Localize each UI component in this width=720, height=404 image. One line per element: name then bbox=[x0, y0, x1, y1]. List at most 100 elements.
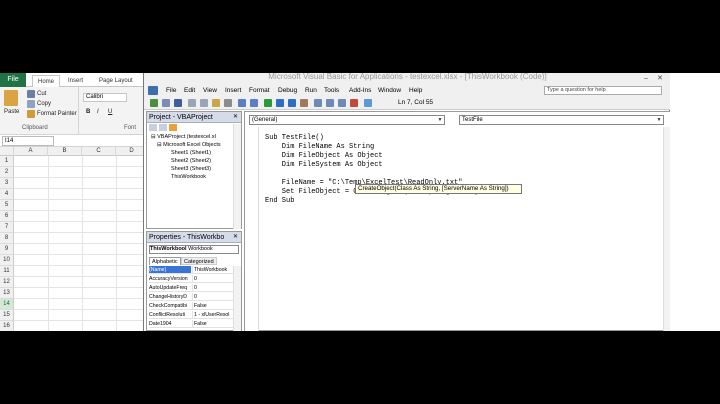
procedure-combo[interactable]: TestFile ▼ bbox=[459, 115, 664, 125]
copy-icon[interactable] bbox=[200, 99, 208, 107]
copy-icon[interactable] bbox=[27, 100, 35, 108]
cut-icon[interactable] bbox=[188, 99, 196, 107]
row-header[interactable]: 6 bbox=[0, 211, 14, 222]
tree-item-sheet3[interactable]: Sheet3 (Sheet3) bbox=[171, 166, 211, 173]
close-icon[interactable]: ✕ bbox=[657, 75, 665, 83]
bold-button[interactable]: B bbox=[86, 109, 90, 115]
run-icon[interactable] bbox=[264, 99, 272, 107]
row-header[interactable]: 3 bbox=[0, 178, 14, 189]
property-value[interactable]: 0 bbox=[192, 293, 233, 300]
help-icon[interactable] bbox=[364, 99, 372, 107]
property-row[interactable]: Date1904 False bbox=[149, 320, 233, 328]
row-header[interactable]: 14 bbox=[0, 299, 14, 310]
column-header[interactable]: A bbox=[14, 147, 48, 156]
property-row[interactable]: AutoUpdateFreq 0 bbox=[149, 284, 233, 292]
name-box[interactable]: I14 bbox=[2, 136, 54, 146]
font-name-select[interactable]: Calibri bbox=[83, 93, 127, 102]
menu-tools[interactable]: Tools bbox=[324, 85, 339, 96]
property-value[interactable]: False bbox=[192, 302, 233, 309]
code-line[interactable]: Dim FileName As String bbox=[265, 143, 374, 152]
project-scrollbar[interactable] bbox=[233, 124, 241, 229]
view-excel-icon[interactable] bbox=[150, 99, 158, 107]
menu-add-ins[interactable]: Add-Ins bbox=[349, 85, 371, 96]
paste-button[interactable]: Paste bbox=[4, 109, 19, 115]
project-explorer-icon[interactable] bbox=[314, 99, 322, 107]
menu-help[interactable]: Help bbox=[409, 85, 422, 96]
tree-root[interactable]: ⊟ VBAProject (testexcel.xl bbox=[151, 134, 216, 141]
break-icon[interactable] bbox=[276, 99, 284, 107]
code-line[interactable]: Sub TestFile() bbox=[265, 134, 324, 143]
menu-debug[interactable]: Debug bbox=[278, 85, 297, 96]
row-header[interactable]: 10 bbox=[0, 255, 14, 266]
tab-home[interactable]: Home bbox=[32, 75, 60, 87]
property-row[interactable]: AccuracyVersion 0 bbox=[149, 275, 233, 283]
tree-item-sheet2[interactable]: Sheet2 (Sheet2) bbox=[171, 158, 211, 165]
row-header[interactable]: 15 bbox=[0, 310, 14, 321]
object-combo[interactable]: (General) ▼ bbox=[249, 115, 445, 125]
find-icon[interactable] bbox=[224, 99, 232, 107]
ask-question-input[interactable]: Type a question for help bbox=[544, 86, 662, 95]
design-mode-icon[interactable] bbox=[300, 99, 308, 107]
italic-button[interactable]: I bbox=[97, 109, 99, 115]
row-header[interactable]: 16 bbox=[0, 321, 14, 331]
format-painter-icon[interactable] bbox=[27, 110, 35, 118]
select-all-corner[interactable] bbox=[0, 147, 14, 156]
format-painter-button[interactable]: Format Painter bbox=[37, 111, 77, 117]
worksheet-grid[interactable]: A B C D 1 2 3 4 5 6 7 8 9 10 11 12 13 14 15 16 bbox=[0, 147, 148, 331]
tab-page-layout[interactable]: Page Layout bbox=[99, 75, 133, 87]
row-header[interactable]: 8 bbox=[0, 233, 14, 244]
column-header[interactable]: B bbox=[48, 147, 82, 156]
toggle-folders-icon[interactable] bbox=[169, 124, 177, 131]
property-value[interactable]: 0 bbox=[192, 275, 233, 282]
property-value[interactable]: 0 bbox=[192, 284, 233, 291]
code-line[interactable]: End Sub bbox=[265, 197, 294, 206]
row-header[interactable]: 1 bbox=[0, 156, 14, 167]
menu-format[interactable]: Format bbox=[249, 85, 270, 96]
properties-scrollbar[interactable] bbox=[233, 266, 241, 331]
margin-indicator-bar[interactable] bbox=[245, 127, 259, 331]
row-header[interactable]: 7 bbox=[0, 222, 14, 233]
tree-item-sheet1[interactable]: Sheet1 (Sheet1) bbox=[171, 150, 211, 157]
code-line[interactable]: Dim FileSystem As Object bbox=[265, 161, 383, 170]
tree-folder[interactable]: ⊟ Microsoft Excel Objects bbox=[157, 142, 221, 149]
row-header[interactable]: 9 bbox=[0, 244, 14, 255]
property-row[interactable]: CheckCompatibi False bbox=[149, 302, 233, 310]
properties-window-icon[interactable] bbox=[326, 99, 334, 107]
menu-edit[interactable]: Edit bbox=[184, 85, 195, 96]
column-header[interactable]: C bbox=[82, 147, 116, 156]
insert-module-icon[interactable] bbox=[162, 99, 170, 107]
tab-alphabetic[interactable]: Alphabetic bbox=[149, 257, 181, 265]
row-header[interactable]: 13 bbox=[0, 288, 14, 299]
tab-file[interactable]: File bbox=[0, 73, 26, 87]
save-icon[interactable] bbox=[174, 99, 182, 107]
close-icon[interactable]: ✕ bbox=[233, 234, 238, 241]
underline-button[interactable]: U bbox=[108, 109, 112, 115]
undo-icon[interactable] bbox=[238, 99, 246, 107]
property-row[interactable]: (Name) ThisWorkbook bbox=[149, 266, 233, 274]
paste-icon[interactable] bbox=[4, 90, 18, 106]
menu-run[interactable]: Run bbox=[305, 85, 317, 96]
menu-view[interactable]: View bbox=[203, 85, 217, 96]
toolbox-icon[interactable] bbox=[350, 99, 358, 107]
reset-icon[interactable] bbox=[288, 99, 296, 107]
minimize-icon[interactable]: – bbox=[644, 75, 652, 83]
code-line[interactable]: Dim FileObject As Object bbox=[265, 152, 383, 161]
menu-window[interactable]: Window bbox=[378, 85, 401, 96]
property-value[interactable]: ThisWorkbook bbox=[192, 266, 233, 273]
tab-categorized[interactable]: Categorized bbox=[181, 257, 217, 265]
property-row[interactable]: ConflictResoluti 1 - xlUserResol bbox=[149, 311, 233, 319]
property-value[interactable]: 1 - xlUserResol bbox=[192, 311, 233, 318]
row-header[interactable]: 11 bbox=[0, 266, 14, 277]
row-header[interactable]: 5 bbox=[0, 200, 14, 211]
row-header[interactable]: 2 bbox=[0, 167, 14, 178]
property-value[interactable]: False bbox=[192, 320, 233, 327]
property-row[interactable]: ChangeHistoryD 0 bbox=[149, 293, 233, 301]
close-icon[interactable]: ✕ bbox=[233, 114, 238, 121]
copy-button[interactable]: Copy bbox=[37, 101, 51, 107]
cut-icon[interactable] bbox=[27, 90, 35, 98]
redo-icon[interactable] bbox=[250, 99, 258, 107]
menu-insert[interactable]: Insert bbox=[225, 85, 241, 96]
row-header[interactable]: 12 bbox=[0, 277, 14, 288]
object-select[interactable]: ThisWorkbool Workbook bbox=[149, 245, 239, 254]
row-header[interactable]: 4 bbox=[0, 189, 14, 200]
